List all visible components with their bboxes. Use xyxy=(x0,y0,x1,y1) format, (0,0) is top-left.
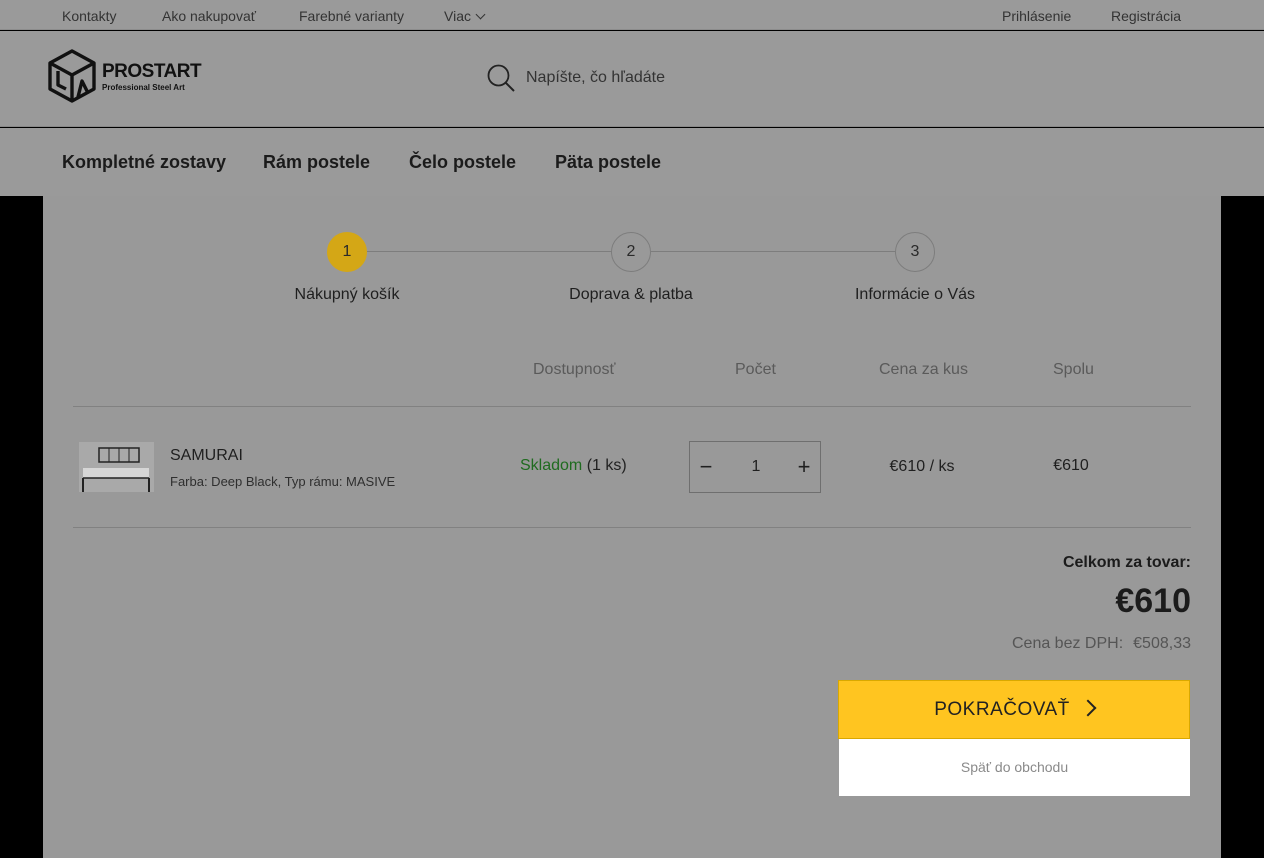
top-bar: Kontakty Ako nakupovať Farebné varianty … xyxy=(0,0,1264,30)
step-1-indicator: 1 xyxy=(327,232,367,272)
search-bar[interactable]: Napíšte, čo hľadáte xyxy=(486,63,846,95)
goods-total-value: €610 xyxy=(1115,582,1191,620)
step-connector xyxy=(651,251,896,252)
product-variant: Farba: Deep Black, Typ rámu: MASIVE xyxy=(170,474,396,489)
continue-button[interactable]: POKRAČOVAŤ xyxy=(838,680,1190,739)
quantity-stepper: − 1 + xyxy=(689,441,821,493)
column-availability: Dostupnosť xyxy=(533,361,616,378)
column-unit-price: Cena za kus xyxy=(879,361,968,378)
brand-name: PROSTART xyxy=(102,61,202,82)
link-ako-nakupovat[interactable]: Ako nakupovať xyxy=(162,8,256,24)
nav-pata-postele[interactable]: Päta postele xyxy=(555,152,661,173)
quantity-input[interactable]: 1 xyxy=(730,442,782,492)
stock-status-label: Skladom xyxy=(520,457,583,474)
register-link[interactable]: Registrácia xyxy=(1111,8,1181,24)
logo-mark-icon xyxy=(48,49,96,103)
step-1-label: Nákupný košík xyxy=(294,286,400,303)
step-3-indicator[interactable]: 3 xyxy=(895,232,935,272)
brand-logo[interactable]: PROSTART Professional Steel Art xyxy=(46,49,202,105)
link-kontakty[interactable]: Kontakty xyxy=(62,8,116,24)
category-nav: Kompletné zostavy Rám postele Čelo poste… xyxy=(0,128,1264,196)
column-total: Spolu xyxy=(1053,361,1094,378)
back-to-shop-button[interactable]: Späť do obchodu xyxy=(839,739,1190,796)
row-total: €610 xyxy=(1053,457,1089,474)
continue-label: POKRAČOVAŤ xyxy=(934,699,1070,720)
login-link[interactable]: Prihlásenie xyxy=(1002,8,1071,24)
product-name[interactable]: SAMURAI xyxy=(170,447,243,465)
step-2-label[interactable]: Doprava & platba xyxy=(531,286,731,304)
stock-quantity: (1 ks) xyxy=(586,457,627,474)
chevron-right-icon xyxy=(1079,699,1097,717)
net-price-label: Cena bez DPH: xyxy=(1011,635,1124,652)
search-input[interactable]: Napíšte, čo hľadáte xyxy=(526,69,665,87)
net-price-value: €508,33 xyxy=(1133,635,1191,652)
decrease-quantity-button[interactable]: − xyxy=(690,442,722,492)
unit-price: €610 / ks xyxy=(889,458,955,475)
step-3-label[interactable]: Informácie o Vás xyxy=(815,286,1015,304)
search-icon[interactable] xyxy=(486,63,516,93)
cart-panel: 1 Nákupný košík 2 Doprava & platba 3 Inf… xyxy=(43,196,1221,858)
price-without-vat: Cena bez DPH: €508,33 xyxy=(1012,635,1191,653)
more-menu-label: Viac xyxy=(444,8,471,24)
column-quantity: Počet xyxy=(735,361,776,378)
product-thumbnail[interactable] xyxy=(79,442,154,492)
brand-tagline: Professional Steel Art xyxy=(102,83,185,92)
more-menu[interactable]: Viac xyxy=(444,8,486,24)
site-header: PROSTART Professional Steel Art Napíšte,… xyxy=(0,31,1264,127)
nav-celo-postele[interactable]: Čelo postele xyxy=(409,152,516,173)
nav-kompletne-zostavy[interactable]: Kompletné zostavy xyxy=(62,152,226,173)
stock-status: Skladom (1 ks) xyxy=(520,457,627,475)
link-farebne-varianty[interactable]: Farebné varianty xyxy=(299,8,404,24)
chevron-down-icon xyxy=(475,9,486,20)
step-connector xyxy=(367,251,612,252)
divider xyxy=(73,406,1191,407)
nav-ram-postele[interactable]: Rám postele xyxy=(263,152,370,173)
goods-total-label: Celkom za tovar: xyxy=(1062,554,1191,571)
divider xyxy=(73,527,1191,528)
increase-quantity-button[interactable]: + xyxy=(788,442,820,492)
bed-image xyxy=(79,442,154,492)
step-2-indicator[interactable]: 2 xyxy=(611,232,651,272)
